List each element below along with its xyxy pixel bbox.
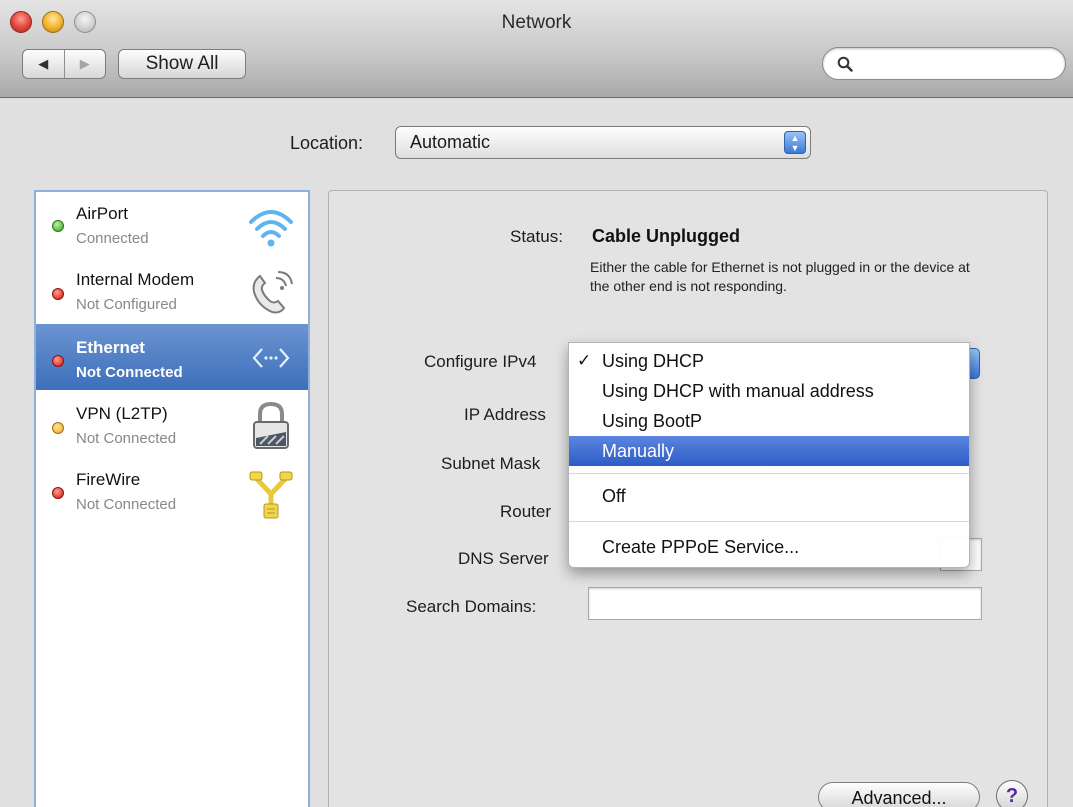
help-button[interactable]: ? — [996, 780, 1028, 807]
wifi-icon — [249, 210, 293, 247]
menu-item-label: Create PPPoE Service... — [602, 537, 800, 557]
search-domains-label: Search Domains: — [406, 597, 537, 616]
lock-icon — [253, 401, 289, 449]
phone-icon — [252, 271, 293, 314]
forward-button[interactable]: ▶ — [63, 50, 106, 78]
menu-item-dhcp-manual[interactable]: Using DHCP with manual address — [569, 376, 969, 406]
service-list: AirPort Connected Internal Modem Not Con… — [34, 190, 310, 807]
service-name: AirPort — [76, 204, 128, 223]
menu-item-label: Off — [602, 486, 626, 506]
menu-separator — [569, 521, 969, 522]
menu-item-bootp[interactable]: Using BootP — [569, 406, 969, 436]
service-name: Internal Modem — [76, 270, 195, 289]
service-status: Not Connected — [76, 430, 177, 447]
service-status: Connected — [76, 230, 149, 247]
location-value: Automatic — [410, 132, 491, 152]
dns-server-label: DNS Server — [458, 549, 549, 568]
service-item-vpn[interactable]: VPN (L2TP) Not Connected — [36, 390, 308, 456]
back-button[interactable]: ◀ — [23, 50, 64, 78]
menu-item-label: Using BootP — [602, 411, 703, 431]
menu-separator — [569, 473, 969, 474]
menu-item-create-pppoe[interactable]: Create PPPoE Service... — [569, 532, 969, 562]
router-label: Router — [500, 502, 552, 521]
service-name: Ethernet — [76, 338, 145, 357]
status-dot-green — [52, 220, 64, 232]
firewire-icon — [249, 471, 293, 519]
search-domains-field[interactable] — [588, 587, 982, 620]
menu-item-using-dhcp[interactable]: ✓ Using DHCP — [569, 346, 969, 376]
service-name: VPN (L2TP) — [76, 404, 168, 423]
service-item-firewire[interactable]: FireWire Not Connected — [36, 456, 308, 522]
chevron-updown-icon: ▲ ▼ — [784, 131, 806, 154]
checkmark-icon: ✓ — [577, 351, 592, 370]
service-status: Not Connected — [76, 496, 177, 513]
configure-ipv4-label: Configure IPv4 — [424, 352, 537, 371]
configure-ipv4-menu: ✓ Using DHCP Using DHCP with manual addr… — [568, 342, 970, 568]
service-item-internal-modem[interactable]: Internal Modem Not Configured — [36, 258, 308, 324]
ethernet-icon — [252, 348, 290, 368]
search-icon — [837, 56, 853, 72]
service-status: Not Connected — [76, 364, 183, 381]
back-forward-control: ◀ ▶ — [22, 49, 106, 79]
search-field[interactable] — [822, 47, 1066, 80]
status-dot-red — [52, 288, 64, 300]
location-select[interactable]: Automatic ▲ ▼ — [395, 126, 811, 159]
menu-item-off[interactable]: Off — [569, 481, 969, 511]
menu-item-label: Manually — [602, 441, 675, 461]
window-title: Network — [501, 12, 572, 33]
subnet-mask-label: Subnet Mask — [441, 454, 541, 473]
show-all-button[interactable]: Show All — [118, 49, 246, 79]
service-item-airport[interactable]: AirPort Connected — [36, 192, 308, 258]
status-dot-red — [52, 355, 64, 367]
menu-item-manually[interactable]: Manually — [569, 436, 969, 466]
menu-item-label: Using DHCP — [602, 351, 705, 371]
status-description: Either the cable for Ethernet is not plu… — [590, 259, 970, 294]
ip-address-label: IP Address — [464, 405, 546, 424]
status-dot-yellow — [52, 422, 64, 434]
status-value: Cable Unplugged — [592, 226, 740, 246]
service-status: Not Configured — [76, 296, 177, 313]
search-input[interactable] — [857, 53, 1053, 75]
window-toolbar: Network ◀ ▶ Show All — [0, 0, 1073, 98]
status-dot-red — [52, 487, 64, 499]
service-name: FireWire — [76, 470, 141, 489]
status-label: Status: — [510, 227, 563, 246]
advanced-button[interactable]: Advanced... — [818, 782, 980, 807]
service-item-ethernet[interactable]: Ethernet Not Connected — [36, 324, 308, 390]
menu-item-label: Using DHCP with manual address — [602, 381, 874, 401]
location-label: Location: — [290, 133, 364, 153]
